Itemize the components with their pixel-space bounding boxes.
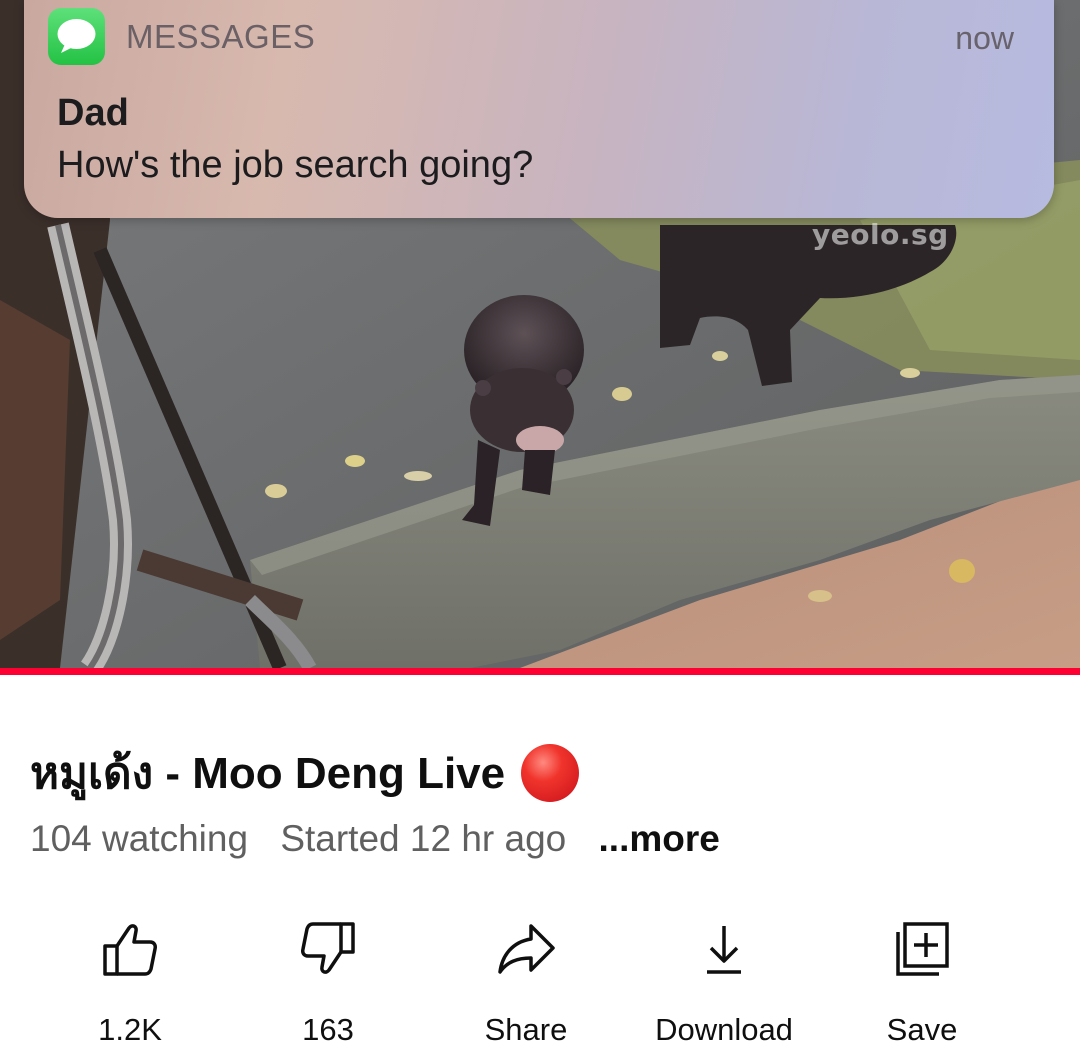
messages-notification-banner[interactable]: MESSAGES now Dad How's the job search go… (24, 0, 1054, 218)
share-arrow-icon (498, 924, 555, 974)
share-label: Share (484, 1012, 568, 1047)
like-button[interactable]: 1.2K (40, 920, 220, 1048)
thumbs-down-icon (301, 922, 355, 974)
dislike-button[interactable]: 163 (238, 920, 418, 1048)
notification-sender: Dad (57, 92, 129, 134)
watching-count: 104 watching (30, 818, 249, 859)
thumbs-up-icon (103, 924, 157, 976)
video-title[interactable]: หมูเด้ง - Moo Deng Live (30, 738, 505, 808)
dislike-count: 163 (302, 1012, 354, 1047)
like-count: 1.2K (98, 1012, 162, 1047)
save-to-playlist-icon (896, 922, 949, 976)
notification-app-name: MESSAGES (126, 18, 316, 55)
share-button[interactable]: Share (436, 920, 616, 1048)
video-title-row[interactable]: หมูเด้ง - Moo Deng Live (30, 738, 580, 808)
started-time: Started 12 hr ago (280, 818, 567, 859)
save-button[interactable]: Save (832, 920, 1012, 1048)
save-label: Save (886, 1012, 958, 1047)
action-bar: 1.2K 163 Share Download Save (0, 920, 1080, 1047)
messages-bubble-icon (48, 8, 105, 65)
video-progress-bar[interactable] (0, 668, 1080, 675)
video-watermark: yeolo.sg (812, 218, 949, 251)
download-icon (707, 926, 741, 974)
notification-time: now (955, 20, 1014, 56)
more-button[interactable]: ...more (599, 818, 720, 859)
download-label: Download (655, 1012, 793, 1047)
red-circle-icon (521, 744, 580, 802)
notification-message: How's the job search going? (57, 144, 534, 186)
download-button[interactable]: Download (634, 920, 814, 1048)
video-meta: 104 watching Started 12 hr ago ...more (30, 818, 742, 860)
